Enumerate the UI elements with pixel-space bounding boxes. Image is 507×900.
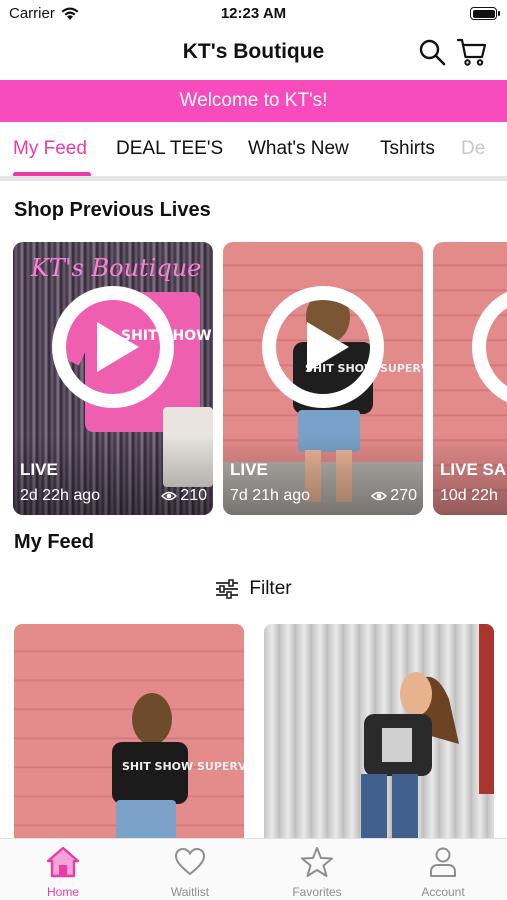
star-icon [301,847,333,877]
person-icon [430,847,456,877]
search-icon [419,39,446,66]
nav-home-label: Home [46,885,79,899]
tab-tshirts[interactable]: Tshirts [380,138,435,160]
live-time-ago: 2d 22h ago [20,487,101,504]
cart-icon [457,38,487,66]
nav-home[interactable]: Home [13,845,113,899]
tab-my-feed[interactable]: My Feed [13,138,87,160]
nav-waitlist-label: Waitlist [170,885,210,899]
feed-item[interactable] [264,624,494,844]
nav-favorites[interactable]: Favorites [267,845,367,899]
live-card[interactable]: SHIT SHOW SUPERVISOR LIVE 7d 21h ago 270 [223,242,423,515]
welcome-banner[interactable]: Welcome to KT's! [0,80,507,122]
live-badge: LIVE [230,460,268,479]
nav-account-label: Account [421,885,465,899]
live-card[interactable]: KT's Boutique SHIT SHOW BESTIE LIVE 2d 2… [13,242,213,515]
category-tabs: My Feed DEAL TEE'S What's New Tshirts De [0,122,507,178]
live-time-ago: 7d 21h ago [230,487,311,504]
product-image [361,624,494,844]
feed-item[interactable]: SHIT SHOW SUPERVISOR [14,624,244,844]
play-button[interactable] [52,286,174,408]
play-icon [307,322,349,372]
live-card[interactable]: LIVE SAL 10d 22h [433,242,507,515]
play-button[interactable] [262,286,384,408]
live-views-value: 270 [390,487,417,504]
status-time: 12:23 AM [220,5,287,22]
previous-lives-title: Shop Previous Lives [14,199,211,221]
home-icon [46,846,80,878]
status-bar: Carrier 12:23 AM [0,0,507,30]
shirt-print-text: SHIT SHOW SUPERVISOR [122,760,244,773]
filter-sliders-icon [216,579,239,599]
live-views-value: 210 [180,487,207,504]
bottom-navigation: Home Waitlist Favorites Account [0,838,507,900]
neon-sign-text: KT's Boutique [30,254,201,282]
live-badge: LIVE SAL [440,460,507,479]
tab-more[interactable]: De [461,138,485,160]
search-button[interactable] [416,36,448,68]
play-icon [97,322,139,372]
welcome-banner-text: Welcome to KT's! [179,90,328,111]
tab-whats-new[interactable]: What's New [248,138,349,160]
filter-label: Filter [249,578,292,599]
eye-icon [371,491,388,501]
live-time-ago: 10d 22h [440,487,498,504]
nav-waitlist[interactable]: Waitlist [140,845,240,899]
filter-button[interactable]: Filter [0,574,507,604]
eye-icon [161,491,178,501]
previous-lives-carousel[interactable]: KT's Boutique SHIT SHOW BESTIE LIVE 2d 2… [0,242,507,515]
play-button[interactable] [472,286,507,408]
live-badge: LIVE [20,460,58,479]
tab-deal-tees[interactable]: DEAL TEE'S [116,138,223,160]
nav-favorites-label: Favorites [292,885,342,899]
cart-button[interactable] [456,36,488,68]
live-view-count: 270 [371,487,417,505]
live-view-count: 210 [161,487,207,505]
tabs-divider [0,176,507,181]
app-header: KT's Boutique [0,30,507,78]
heart-icon [174,847,206,876]
nav-account[interactable]: Account [393,845,493,899]
battery-icon [470,7,500,20]
feed-title: My Feed [14,531,95,553]
product-image: SHIT SHOW SUPERVISOR [112,693,244,844]
